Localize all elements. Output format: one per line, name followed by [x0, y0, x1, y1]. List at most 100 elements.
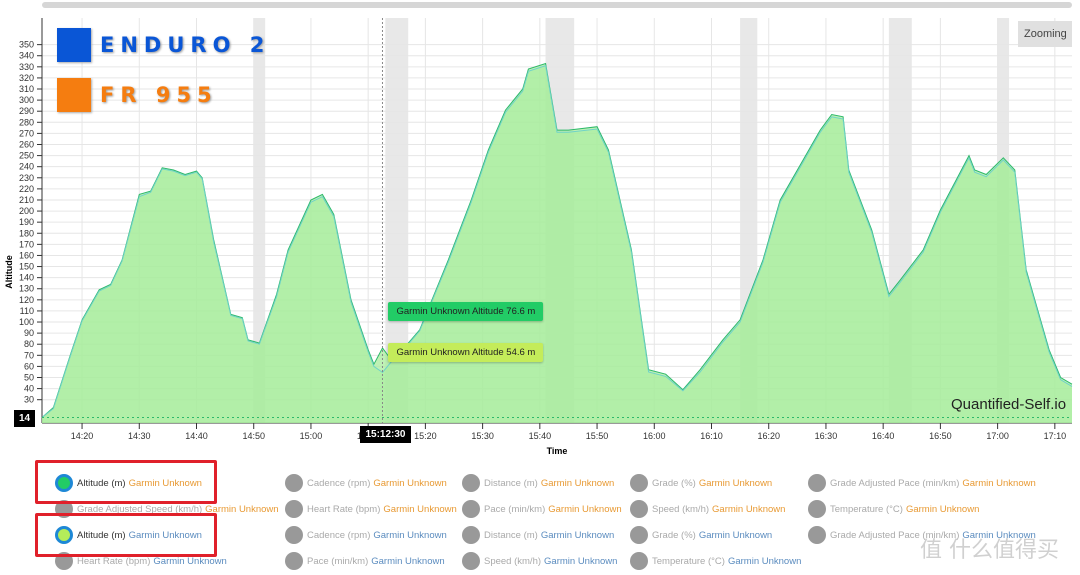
y-tick-label: 260	[19, 139, 34, 149]
legend-toggle-icon[interactable]	[630, 500, 648, 518]
legend-item[interactable]: Grade (%) Garmin Unknown	[630, 474, 772, 492]
x-tick-label: 17:10	[1044, 431, 1067, 441]
y-tick-label: 240	[19, 162, 34, 172]
y-tick-label: 60	[24, 361, 34, 371]
legend-source: Garmin Unknown	[548, 503, 622, 515]
y-tick-label: 300	[19, 95, 34, 105]
y-tick-label: 50	[24, 373, 34, 383]
legend-metric: Distance (m)	[484, 529, 538, 541]
x-tick-label: 16:50	[929, 431, 952, 441]
y-tick-label: 200	[19, 206, 34, 216]
y-tick-label: 210	[19, 195, 34, 205]
legend-toggle-icon[interactable]	[462, 474, 480, 492]
legend-item[interactable]: Heart Rate (bpm) Garmin Unknown	[285, 500, 457, 518]
legend-source: Garmin Unknown	[540, 529, 615, 541]
legend-metric: Speed (km/h)	[652, 503, 710, 515]
legend-item[interactable]: Cadence (rpm) Garmin Unknown	[285, 474, 447, 492]
x-tick-label: 16:10	[700, 431, 723, 441]
legend-item[interactable]: Pace (min/km) Garmin Unknown	[462, 500, 622, 518]
highlight-box	[35, 513, 217, 557]
y-tick-label: 40	[24, 384, 34, 394]
highlight-box	[35, 460, 217, 504]
legend-metric: Temperature (°C)	[652, 555, 725, 567]
x-tick-label: 15:40	[529, 431, 552, 441]
legend-source: Garmin Unknown	[698, 529, 773, 541]
y-tick-label: 220	[19, 184, 34, 194]
y-tick-label: 350	[19, 40, 34, 50]
legend-item[interactable]: Pace (min/km) Garmin Unknown	[285, 552, 445, 570]
x-tick-label: 14:30	[128, 431, 151, 441]
legend-item[interactable]: Grade (%) Garmin Unknown	[630, 526, 772, 544]
legend-item[interactable]: Distance (m) Garmin Unknown	[462, 474, 614, 492]
legend-metric: Grade (%)	[652, 477, 696, 489]
tooltip-series-1: Garmin Unknown Altitude 76.6 m	[388, 302, 544, 321]
y-tick-label: 170	[19, 239, 34, 249]
legend-item[interactable]: Temperature (°C) Garmin Unknown	[808, 500, 979, 518]
x-tick-label: 16:40	[872, 431, 895, 441]
legend-item[interactable]: Speed (km/h) Garmin Unknown	[630, 500, 785, 518]
legend-metric: Cadence (rpm)	[307, 477, 371, 489]
legend-item[interactable]: Grade Adjusted Pace (min/km) Garmin Unkn…	[808, 474, 1036, 492]
y-tick-label: 310	[19, 84, 34, 94]
legend-toggle-icon[interactable]	[462, 526, 480, 544]
quantified-self-watermark: Quantified-Self.io	[951, 396, 1067, 413]
legend-toggle-icon[interactable]	[285, 526, 303, 544]
legend-source: Garmin Unknown	[544, 555, 618, 567]
y-tick-label: 90	[24, 328, 34, 338]
x-tick-label: 15:20	[414, 431, 437, 441]
legend-toggle-icon[interactable]	[462, 500, 480, 518]
y-tick-label: 110	[20, 306, 34, 316]
y-tick-label: 340	[19, 51, 34, 61]
legend-source: Garmin Unknown	[712, 503, 786, 515]
legend-toggle-icon[interactable]	[285, 474, 303, 492]
y-tick-label: 140	[19, 273, 34, 283]
legend-source: Garmin Unknown	[540, 477, 615, 489]
legend-toggle-icon[interactable]	[808, 500, 826, 518]
altitude-chart[interactable]: 304050 60708090100110120130140150 16017018…	[0, 0, 1080, 460]
legend-source: Garmin Unknown	[153, 555, 227, 567]
legend-metric: Cadence (rpm)	[307, 529, 371, 541]
tooltip-series-2: Garmin Unknown Altitude 54.6 m	[388, 343, 544, 362]
crosshair-time-label: 15:12:30	[360, 426, 411, 443]
legend-toggle-icon[interactable]	[808, 474, 826, 492]
legend-toggle-icon[interactable]	[808, 526, 826, 544]
y-tick-label: 330	[19, 62, 34, 72]
legend-metric: Heart Rate (bpm)	[77, 555, 151, 567]
legend-toggle-icon[interactable]	[630, 526, 648, 544]
legend-toggle-icon[interactable]	[285, 500, 303, 518]
brand-name: ENDURO 2	[100, 33, 271, 57]
x-tick-label: 14:50	[242, 431, 265, 441]
x-tick-label: 17:00	[986, 431, 1009, 441]
legend-item[interactable]: Temperature (°C) Garmin Unknown	[630, 552, 801, 570]
y-tick-label: 280	[19, 117, 34, 127]
legend-toggle-icon[interactable]	[630, 552, 648, 570]
legend-metric: Heart Rate (bpm)	[307, 503, 381, 515]
x-tick-label: 15:00	[300, 431, 323, 441]
legend-metric: Grade (%)	[652, 529, 696, 541]
brand-enduro-2: ENDURO 2	[57, 28, 270, 62]
x-tick-label: 16:00	[643, 431, 666, 441]
legend-source: Garmin Unknown	[962, 477, 1036, 489]
legend-item[interactable]: Cadence (rpm) Garmin Unknown	[285, 526, 447, 544]
site-watermark: 值 什么值得买	[920, 538, 1059, 563]
legend-toggle-icon[interactable]	[630, 474, 648, 492]
legend-source: Garmin Unknown	[727, 555, 802, 567]
y-tick-label: 130	[19, 284, 34, 294]
brand-name: FR 955	[100, 83, 218, 107]
legend-toggle-icon[interactable]	[462, 552, 480, 570]
legend-item[interactable]: Speed (km/h) Garmin Unknown	[462, 552, 617, 570]
x-axis-title: Time	[547, 446, 568, 456]
legend-metric: Speed (km/h)	[484, 555, 542, 567]
legend-metric: Grade Adjusted Pace (min/km)	[830, 477, 960, 489]
zooming-button[interactable]: Zooming	[1018, 21, 1072, 47]
legend-toggle-icon[interactable]	[285, 552, 303, 570]
x-tick-label: 14:40	[185, 431, 208, 441]
legend-source: Garmin Unknown	[373, 477, 447, 489]
y-tick-label: 70	[24, 350, 34, 360]
y-tick-label: 160	[19, 250, 34, 260]
crosshair-value-label: 14	[14, 410, 36, 428]
x-tick-label: 16:20	[757, 431, 780, 441]
legend-item[interactable]: Distance (m) Garmin Unknown	[462, 526, 614, 544]
y-tick-label: 30	[24, 395, 34, 405]
legend-source: Garmin Unknown	[373, 529, 447, 541]
